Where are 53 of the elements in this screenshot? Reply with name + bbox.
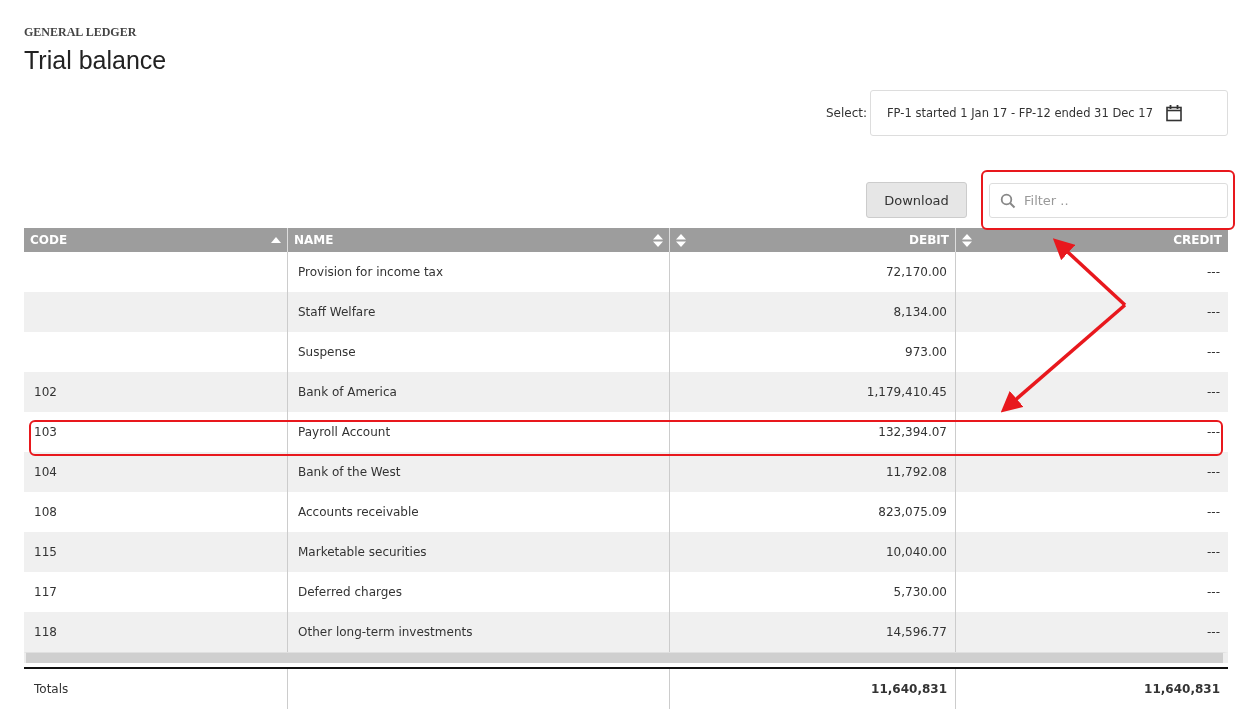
table-cell: 108 <box>34 505 57 519</box>
table-cell: 115 <box>34 545 57 559</box>
table-cell: --- <box>1207 385 1220 399</box>
table-cell: Bank of America <box>298 385 397 399</box>
period-label: Select: <box>825 106 867 120</box>
filter-field[interactable]: Filter .. <box>989 182 1228 218</box>
total-value: 11,640,831 <box>1144 682 1220 696</box>
sort-icon <box>962 233 972 247</box>
table-cell: 117 <box>34 585 57 599</box>
table-cell: --- <box>1207 465 1220 479</box>
table-cell: Accounts receivable <box>298 505 419 519</box>
scrollbar[interactable] <box>24 652 1228 663</box>
column-header[interactable]: CODE <box>24 228 287 252</box>
table-cell: Suspense <box>298 345 356 359</box>
table-cell: 10,040.00 <box>885 545 947 559</box>
total-value: 11,640,831 <box>871 682 947 696</box>
table-cell: 104 <box>34 465 57 479</box>
sort-ascending-icon <box>271 237 281 243</box>
table-cell: Bank of the West <box>298 465 401 479</box>
table-cell: 72,170.00 <box>885 265 947 279</box>
table-cell: 102 <box>34 385 57 399</box>
table-cell: 973.00 <box>905 345 947 359</box>
table-cell: 1,179,410.45 <box>866 385 947 399</box>
totals-label: Totals <box>34 682 69 696</box>
section-label: GENERAL LEDGER <box>24 24 138 40</box>
table-cell: --- <box>1207 305 1220 319</box>
table-cell: 132,394.07 <box>878 425 947 439</box>
table-cell: 118 <box>34 625 57 639</box>
download-button[interactable]: Download <box>866 182 967 218</box>
table-cell: --- <box>1207 545 1220 559</box>
table-cell: 14,596.77 <box>885 625 947 639</box>
table-cell: --- <box>1207 345 1220 359</box>
table-cell: 11,792.08 <box>885 465 947 479</box>
table-cell: --- <box>1207 585 1220 599</box>
table-cell: --- <box>1207 505 1220 519</box>
page-title: Trial balance <box>24 46 168 75</box>
table-cell: 8,134.00 <box>893 305 947 319</box>
table-cell: Other long-term investments <box>298 625 473 639</box>
period-picker[interactable]: FP-1 started 1 Jan 17 - FP-12 ended 31 Dec 17 <box>870 90 1228 136</box>
table-cell: --- <box>1207 265 1220 279</box>
table-cell: Payroll Account <box>298 425 391 439</box>
table-cell: Provision for income tax <box>298 265 444 279</box>
sort-icon <box>653 233 663 247</box>
table-cell: Marketable securities <box>298 545 427 559</box>
table-cell: --- <box>1207 625 1220 639</box>
calendar-icon <box>1164 104 1183 122</box>
table-cell: 823,075.09 <box>878 505 947 519</box>
table-cell: Staff Welfare <box>298 305 376 319</box>
table-cell: 103 <box>34 425 57 439</box>
sort-icon <box>676 233 686 247</box>
table-cell: --- <box>1207 425 1220 439</box>
table-cell: 5,730.00 <box>893 585 947 599</box>
table-cell: Deferred charges <box>298 585 402 599</box>
